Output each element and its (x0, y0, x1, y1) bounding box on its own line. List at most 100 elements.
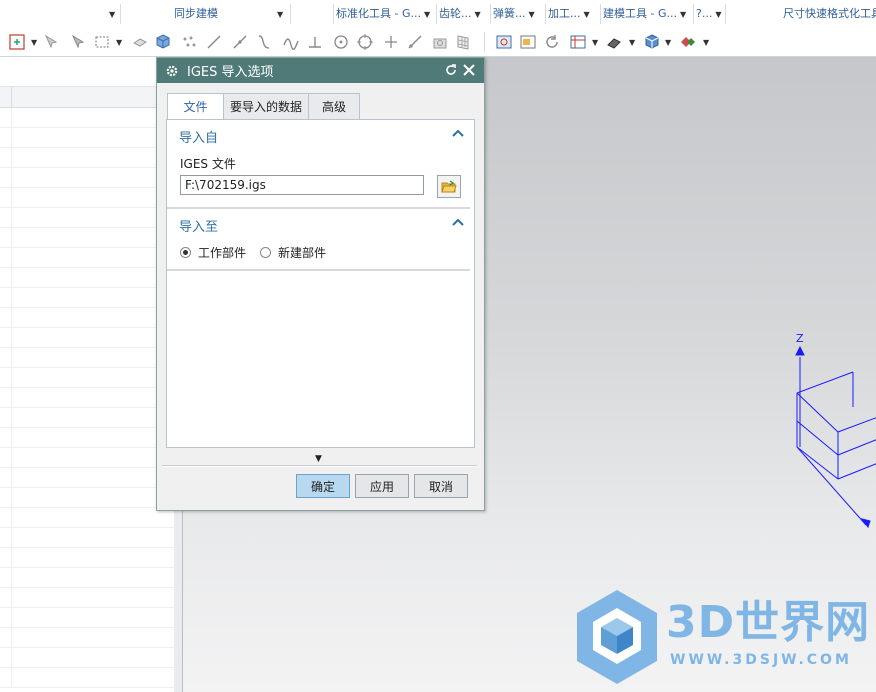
navigator-row[interactable] (0, 388, 174, 408)
chevron-down-icon[interactable]: ▼ (31, 38, 37, 47)
navigator-row[interactable] (0, 588, 174, 608)
section-divider (167, 269, 470, 272)
watermark-title: 3D世界网 (666, 597, 871, 648)
close-icon[interactable] (462, 63, 476, 77)
chevron-down-icon[interactable]: ▼ (629, 38, 635, 47)
navigator-row[interactable] (0, 308, 174, 328)
ribbon-separator (490, 4, 491, 24)
view-cube-icon[interactable] (641, 31, 663, 53)
navigator-row[interactable] (0, 668, 174, 688)
line-icon[interactable] (203, 31, 225, 53)
chevron-down-icon[interactable]: ▼ (665, 38, 671, 47)
navigator-row[interactable] (0, 348, 174, 368)
image-window-icon[interactable] (517, 31, 539, 53)
layout-grid-icon[interactable] (567, 31, 589, 53)
browse-folder-button[interactable] (437, 175, 461, 198)
navigator-row[interactable] (0, 548, 174, 568)
spline-icon[interactable] (280, 31, 302, 53)
navigator-row[interactable] (0, 448, 174, 468)
reset-icon[interactable] (444, 63, 458, 77)
navigator-row[interactable] (0, 628, 174, 648)
expand-more-icon[interactable]: ▼ (315, 454, 322, 464)
navigator-row[interactable] (0, 568, 174, 588)
display-toggle-icon[interactable] (677, 31, 699, 53)
navigator-row[interactable] (0, 328, 174, 348)
navigator-row[interactable] (0, 288, 174, 308)
navigator-row[interactable] (0, 248, 174, 268)
tab-data-to-import[interactable]: 要导入的数据 (223, 93, 309, 120)
navigator-row[interactable] (0, 148, 174, 168)
ribbon-group-label: 齿轮... (439, 7, 472, 20)
ribbon-dropdown-arrow[interactable]: ▼ (106, 0, 115, 28)
refresh-icon[interactable] (541, 31, 563, 53)
gear-icon[interactable] (165, 64, 179, 78)
radio-new-part[interactable]: 新建部件 (260, 244, 326, 261)
ribbon-group-sync-modeling[interactable]: 同步建模 (174, 0, 218, 28)
camera-icon[interactable] (429, 31, 451, 53)
navigator-row[interactable] (0, 468, 174, 488)
navigator-row[interactable] (0, 128, 174, 148)
navigator-row[interactable] (0, 108, 174, 128)
grid-table-icon[interactable] (452, 31, 474, 53)
ok-button[interactable]: 确定 (296, 474, 350, 498)
dialog-title-bar[interactable]: IGES 导入选项 (157, 58, 484, 83)
iges-import-dialog: IGES 导入选项 文件 要导入的数据 高级 导入自 IGES 文件 导入至 工… (156, 57, 485, 511)
pointer-filter-icon[interactable] (40, 31, 62, 53)
ribbon-group-machining[interactable]: 加工... ▼ (548, 0, 590, 28)
axis-label-z: Z (796, 332, 804, 345)
ribbon-group-gear[interactable]: 齿轮... ▼ (439, 0, 481, 28)
pointer-select-icon[interactable] (66, 31, 88, 53)
circle-icon[interactable] (330, 31, 352, 53)
navigator-row[interactable] (0, 528, 174, 548)
measure-icon[interactable] (493, 31, 515, 53)
navigator-row[interactable] (0, 488, 174, 508)
navigator-row[interactable] (0, 208, 174, 228)
ribbon-dropdown-arrow[interactable]: ▼ (274, 0, 283, 28)
navigator-row[interactable] (0, 368, 174, 388)
dialog-divider (162, 465, 477, 467)
perpendicular-icon[interactable] (304, 31, 326, 53)
navigator-row[interactable] (0, 428, 174, 448)
snap-point-icon[interactable] (6, 31, 28, 53)
point-set-icon[interactable] (178, 31, 200, 53)
cancel-button[interactable]: 取消 (414, 474, 468, 498)
section-import-to[interactable]: 导入至 (167, 211, 474, 235)
circle-quadrant-icon[interactable] (354, 31, 376, 53)
curve-icon[interactable] (253, 31, 275, 53)
line-point-icon[interactable] (229, 31, 251, 53)
ribbon-group-spring[interactable]: 弹簧... ▼ (493, 0, 535, 28)
ribbon-group-standard-tools[interactable]: 标准化工具 - G... ▼ (336, 0, 430, 28)
cube-icon[interactable] (152, 31, 174, 53)
navigator-row[interactable] (0, 268, 174, 288)
chevron-up-icon[interactable] (452, 128, 464, 138)
navigator-header (0, 57, 174, 87)
ribbon-group-label: 标准化工具 - G... (336, 7, 421, 20)
sketch-block-icon[interactable] (129, 31, 151, 53)
ribbon-group-modeling-tools[interactable]: 建模工具 - G... ▼ (603, 0, 686, 28)
rectangle-select-icon[interactable] (91, 31, 113, 53)
navigator-row[interactable] (0, 648, 174, 668)
navigator-row[interactable] (0, 608, 174, 628)
ribbon-group-dimension-format[interactable]: 尺寸快速格式化工具 (783, 0, 876, 28)
navigator-row[interactable] (0, 408, 174, 428)
iges-file-input[interactable] (180, 175, 424, 195)
radio-dot[interactable] (260, 247, 271, 258)
plus-point-icon[interactable] (380, 31, 402, 53)
navigator-row[interactable] (0, 188, 174, 208)
navigator-row[interactable] (0, 508, 174, 528)
chevron-up-icon[interactable] (452, 217, 464, 227)
ribbon-group-unknown[interactable]: ?... ▼ (696, 0, 721, 28)
radio-work-part[interactable]: 工作部件 (180, 244, 246, 261)
chevron-down-icon[interactable]: ▼ (116, 38, 122, 47)
chevron-down-icon[interactable]: ▼ (703, 38, 709, 47)
tab-advanced[interactable]: 高级 (308, 93, 360, 120)
navigator-row[interactable] (0, 168, 174, 188)
line-end-icon[interactable] (404, 31, 426, 53)
radio-dot-selected[interactable] (180, 247, 191, 258)
chevron-down-icon[interactable]: ▼ (592, 38, 598, 47)
render-style-icon[interactable] (603, 31, 625, 53)
apply-button[interactable]: 应用 (355, 474, 409, 498)
navigator-row[interactable] (0, 228, 174, 248)
tab-file[interactable]: 文件 (167, 93, 224, 121)
section-import-from[interactable]: 导入自 (167, 122, 474, 146)
